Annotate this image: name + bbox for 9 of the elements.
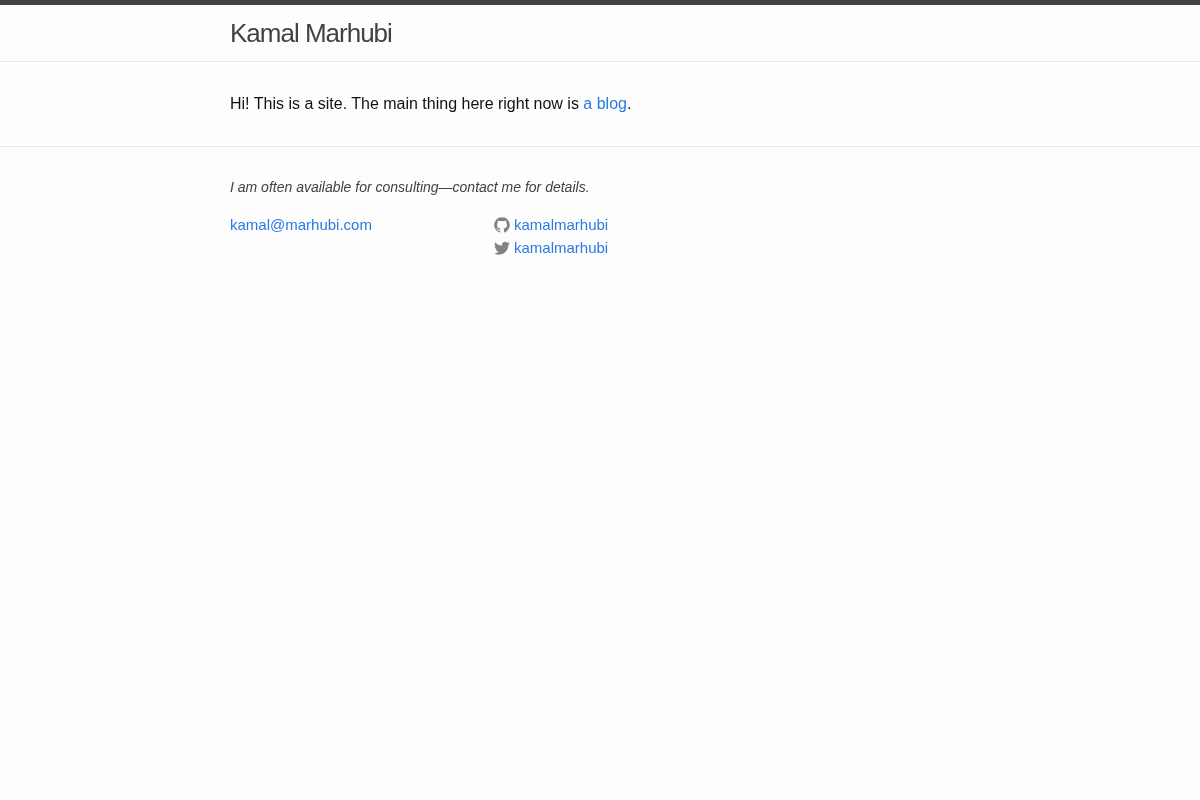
- cat-icon: [494, 216, 510, 233]
- intro-text: Hi! This is a site. The main thing here right now is a blog.: [230, 94, 633, 114]
- social-link[interactable]: kamalmarhubi: [494, 236, 609, 259]
- site-title[interactable]: Kamal Marhubi: [230, 5, 392, 61]
- blog-link[interactable]: a blog: [583, 95, 627, 112]
- consulting-note: I am often available for consulting—contact me for details.: [230, 178, 591, 197]
- social-link[interactable]: kamalmarhubi: [494, 213, 609, 236]
- email-link[interactable]: kamal@marhubi.com: [230, 213, 372, 236]
- bird-icon: [494, 239, 510, 256]
